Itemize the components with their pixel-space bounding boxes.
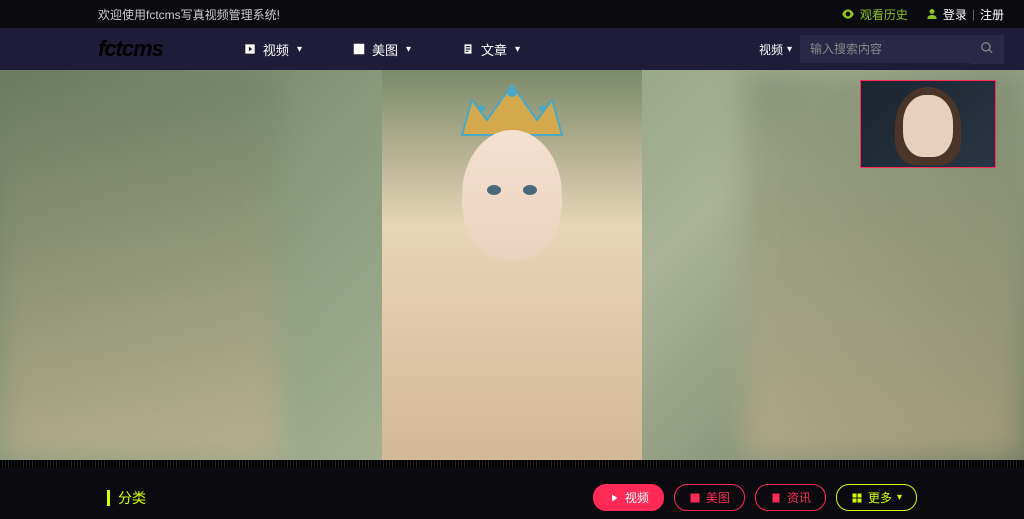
category-section: 分类 视频 美图 资讯 更多 ▾ <box>0 460 1024 519</box>
pill-label: 资讯 <box>787 489 811 506</box>
auth-separator: | <box>972 7 975 21</box>
watch-history-label: 观看历史 <box>860 6 908 23</box>
search-category-select[interactable]: 视频 ▾ <box>751 41 800 58</box>
hero-carousel[interactable] <box>0 70 1024 460</box>
login-link[interactable]: 登录 <box>943 6 967 23</box>
filter-pill-news[interactable]: 资讯 <box>755 484 826 511</box>
category-heading-text: 分类 <box>118 488 146 508</box>
search-category-label: 视频 <box>759 41 783 58</box>
document-icon <box>770 492 782 504</box>
filter-pill-video[interactable]: 视频 <box>593 484 664 511</box>
nav-item-video[interactable]: 视频 ▾ <box>243 40 302 59</box>
search-input[interactable] <box>800 35 970 63</box>
logo[interactable]: fctcms <box>98 36 163 62</box>
carousel-main-slide[interactable] <box>382 70 642 460</box>
user-icon <box>926 8 938 20</box>
video-icon <box>608 492 620 504</box>
image-icon <box>689 492 701 504</box>
nav-item-article[interactable]: 文章 ▾ <box>461 40 520 59</box>
chevron-down-icon: ▾ <box>787 44 792 55</box>
eye-icon <box>841 7 855 21</box>
nav-item-image[interactable]: 美图 ▾ <box>352 40 411 59</box>
nav-label: 视频 <box>263 40 289 59</box>
grid-icon <box>851 492 863 504</box>
image-icon <box>352 42 366 56</box>
filter-pill-image[interactable]: 美图 <box>674 484 745 511</box>
portrait-illustration <box>452 80 572 260</box>
chevron-down-icon: ▾ <box>297 44 302 55</box>
watch-history-link[interactable]: 观看历史 <box>841 6 908 23</box>
search-button[interactable] <box>970 35 1004 64</box>
chevron-down-icon: ▾ <box>515 44 520 55</box>
utility-bar: 欢迎使用fctcms写真视频管理系统! 观看历史 登录 | 注册 <box>0 0 1024 28</box>
search-group: 视频 ▾ <box>751 35 1004 64</box>
register-link[interactable]: 注册 <box>980 6 1004 23</box>
welcome-text: 欢迎使用fctcms写真视频管理系统! <box>98 6 280 23</box>
auth-links: 登录 | 注册 <box>926 6 1004 23</box>
accent-bar-icon <box>107 490 110 506</box>
nav-label: 美图 <box>372 40 398 59</box>
category-heading: 分类 <box>107 488 146 508</box>
filter-pill-more[interactable]: 更多 ▾ <box>836 484 917 511</box>
pill-label: 更多 <box>868 489 892 506</box>
pill-label: 美图 <box>706 489 730 506</box>
search-icon <box>980 41 994 55</box>
document-icon <box>461 42 475 56</box>
main-nav: fctcms 视频 ▾ 美图 ▾ 文章 ▾ 视频 ▾ <box>0 28 1024 70</box>
video-icon <box>243 42 257 56</box>
chevron-down-icon: ▾ <box>406 44 411 55</box>
pill-label: 视频 <box>625 489 649 506</box>
carousel-thumbnail[interactable] <box>860 80 996 168</box>
nav-label: 文章 <box>481 40 507 59</box>
chevron-down-icon: ▾ <box>897 492 902 503</box>
